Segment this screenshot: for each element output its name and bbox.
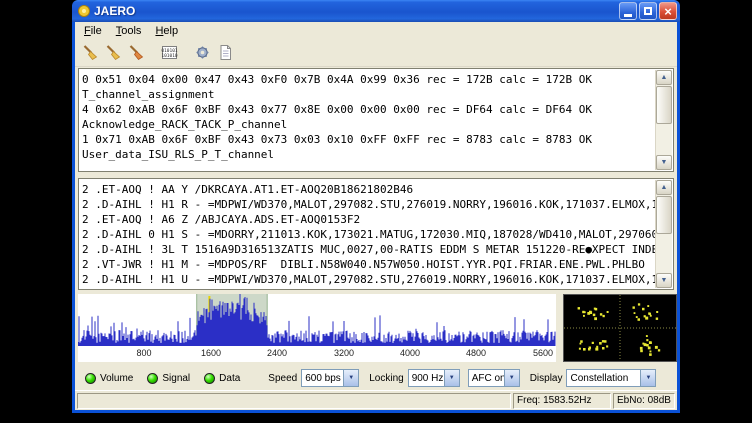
hex-line: 4 0x62 0xAB 0x6F 0xBF 0x43 0x77 0x8E 0x0… — [82, 102, 656, 117]
binary-data-button[interactable]: 010101101010 — [158, 42, 180, 64]
log-file-button[interactable] — [214, 42, 236, 64]
scroll-up-icon[interactable]: ▲ — [656, 180, 672, 195]
chevron-down-icon[interactable]: ▼ — [444, 370, 459, 386]
axis-tick-label: 1600 — [197, 348, 225, 358]
clear-window-icon — [81, 43, 100, 62]
clear-window-button[interactable] — [79, 42, 101, 64]
desktop: { "window": { "title": "JAERO" }, "menu"… — [0, 0, 752, 423]
display-value: Constellation — [567, 373, 640, 384]
app-icon — [77, 4, 91, 18]
window-controls: × — [617, 2, 677, 20]
axis-tick-label: 4000 — [396, 348, 424, 358]
hex-line: 0 0x51 0x04 0x00 0x47 0x43 0xF0 0x7B 0x4… — [82, 72, 656, 87]
acars-line: 2 .D-AIHL ! H1 U - =MDPWI/WD370,MALOT,29… — [82, 272, 656, 287]
window-body: File Tools Help 010101101010 — [72, 22, 680, 413]
signal-label: Signal — [162, 373, 190, 384]
menu-file[interactable]: File — [77, 24, 109, 38]
acars-line: 2 .D-AIHL ! 3L T 1516A9D316513ZATIS MUC,… — [82, 242, 656, 257]
locking-select[interactable]: 900 Hz ▼ — [408, 369, 460, 387]
hex-line: T_channel_assignment — [82, 87, 656, 102]
display-label: Display — [530, 373, 563, 384]
speed-value: 600 bps — [302, 373, 343, 384]
svg-text:101010: 101010 — [161, 53, 178, 59]
close-icon: × — [664, 5, 672, 18]
volume-label: Volume — [100, 373, 133, 384]
spectrum-plot[interactable] — [78, 294, 556, 346]
axis-tick-label: 5600 — [529, 348, 557, 358]
acars-lines: 2 .ET-AOQ ! AA Y /DKRCAYA.AT1.ET-AOQ20B1… — [79, 180, 656, 288]
speed-label: Speed — [268, 373, 297, 384]
hex-output-pane[interactable]: 0 0x51 0x04 0x00 0x47 0x43 0xF0 0x7B 0x4… — [78, 68, 674, 172]
chevron-down-icon[interactable]: ▼ — [343, 370, 358, 386]
menu-help[interactable]: Help — [148, 24, 185, 38]
afc-select[interactable]: AFC on ▼ — [468, 369, 520, 387]
locking-value: 900 Hz — [409, 373, 444, 384]
log-file-icon — [216, 43, 235, 62]
scrollbar-thumb[interactable] — [656, 196, 672, 234]
acars-line: 2 .D-AIHL ! H1 R - =MDPWI/WD370,MALOT,29… — [82, 197, 656, 212]
toolbar: 010101101010 — [75, 39, 677, 67]
data-led[interactable] — [204, 373, 215, 384]
chevron-down-icon[interactable]: ▼ — [640, 370, 655, 386]
spectrum-axis: 800 1600 2400 3200 4000 4800 5600 — [78, 347, 556, 361]
hex-pane-scrollbar[interactable]: ▲ ▼ — [655, 70, 672, 170]
constellation-plot — [564, 295, 676, 361]
hex-lines: 0 0x51 0x04 0x00 0x47 0x43 0xF0 0x7B 0x4… — [79, 70, 656, 170]
acars-line: 2 .D-AIHL 0 H1 S - =MDORRY,211013.KOK,17… — [82, 227, 656, 242]
binary-data-icon: 010101101010 — [160, 43, 179, 62]
minimize-button[interactable] — [619, 2, 637, 20]
axis-tick-label: 800 — [130, 348, 158, 358]
axis-tick-label: 3200 — [330, 348, 358, 358]
window-title: JAERO — [94, 4, 617, 18]
hex-line: Acknowledge_RACK_TACK_P_channel — [82, 117, 656, 132]
spectrum-widget[interactable]: 800 1600 2400 3200 4000 4800 5600 — [78, 294, 556, 362]
maximize-icon — [644, 7, 652, 15]
settings-gear-icon — [193, 43, 212, 62]
hex-line: User_data_ISU_RLS_P_T_channel — [82, 147, 656, 162]
acars-line: 2 .ET-AOQ ! AA Y /DKRCAYA.AT1.ET-AOQ20B1… — [82, 182, 656, 197]
acars-output-pane[interactable]: 2 .ET-AOQ ! AA Y /DKRCAYA.AT1.ET-AOQ20B1… — [78, 178, 674, 290]
clear-window2-icon — [104, 43, 123, 62]
locking-label: Locking — [369, 373, 403, 384]
scroll-down-icon[interactable]: ▼ — [656, 273, 672, 288]
acars-pane-scrollbar[interactable]: ▲ ▼ — [655, 180, 672, 288]
menu-tools[interactable]: Tools — [109, 24, 149, 38]
data-label: Data — [219, 373, 240, 384]
chevron-down-icon[interactable]: ▼ — [504, 370, 519, 386]
maximize-button[interactable] — [639, 2, 657, 20]
close-button[interactable]: × — [659, 2, 677, 20]
status-bar: Freq: 1583.52Hz EbNo: 08dB — [75, 390, 677, 410]
scroll-down-icon[interactable]: ▼ — [656, 155, 672, 170]
speed-select[interactable]: 600 bps ▼ — [301, 369, 359, 387]
scroll-up-icon[interactable]: ▲ — [656, 70, 672, 85]
title-bar[interactable]: JAERO × — [72, 0, 680, 22]
display-select[interactable]: Constellation ▼ — [566, 369, 656, 387]
acars-line: 2 .ET-AOQ ! A6 Z /ABJCAYA.ADS.ET-AOQ0153… — [82, 212, 656, 227]
status-spacer-panel — [77, 393, 511, 409]
signal-led[interactable] — [147, 373, 158, 384]
clear-window2-button[interactable] — [102, 42, 124, 64]
scrollbar-thumb[interactable] — [656, 86, 672, 124]
settings-button[interactable] — [191, 42, 213, 64]
axis-tick-label: 4800 — [462, 348, 490, 358]
volume-led[interactable] — [85, 373, 96, 384]
constellation-widget — [563, 294, 677, 362]
jaero-window: JAERO × File Tools Help 010101101010 — [72, 0, 680, 413]
clear-all-button[interactable] — [125, 42, 147, 64]
freq-status: Freq: 1583.52Hz — [513, 393, 611, 409]
clear-all-icon — [127, 43, 146, 62]
acars-line: 2 .VT-JWR ! H1 M - =MDPOS/RF DIBLI.N58W0… — [82, 257, 656, 272]
afc-value: AFC on — [469, 373, 504, 384]
menu-bar: File Tools Help — [75, 22, 677, 39]
minimize-icon — [624, 14, 632, 17]
axis-tick-label: 2400 — [263, 348, 291, 358]
controls-bar: Volume Signal Data Speed 600 bps ▼ Locki… — [75, 368, 677, 388]
ebno-status: EbNo: 08dB — [613, 393, 675, 409]
hex-line: 1 0x71 0xAB 0x6F 0xBF 0x43 0x73 0x03 0x1… — [82, 132, 656, 147]
